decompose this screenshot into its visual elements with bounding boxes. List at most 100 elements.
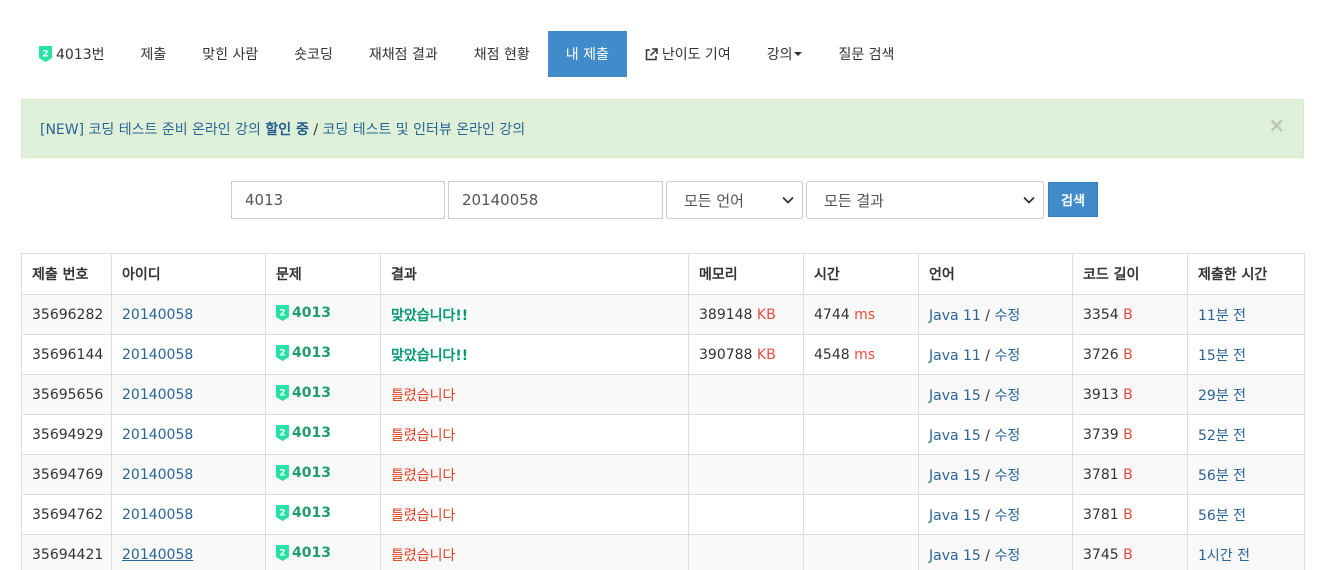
result-cell: 틀렸습니다	[380, 494, 689, 535]
svg-text:2: 2	[279, 548, 285, 558]
tab-status-label: 채점 현황	[473, 47, 530, 63]
tab-rejudge-results[interactable]: 재채점 결과	[351, 31, 456, 77]
language-link[interactable]: Java 11	[929, 348, 981, 364]
tier-badge-icon: 2	[276, 544, 289, 561]
result-select[interactable]: 모든 결과	[806, 181, 1044, 219]
user-id-cell: 20140058	[111, 414, 266, 455]
svg-text:2: 2	[42, 50, 48, 60]
header-result: 결과	[380, 253, 689, 295]
header-memory: 메모리	[688, 253, 804, 295]
edit-link[interactable]: 수정	[994, 508, 1020, 524]
problem-link[interactable]: 2 4013	[276, 544, 331, 561]
language-link[interactable]: Java 15	[929, 508, 981, 524]
memory-value: 390788	[699, 346, 753, 363]
tab-status[interactable]: 채점 현황	[456, 31, 548, 77]
edit-link[interactable]: 수정	[994, 308, 1020, 324]
user-id-link[interactable]: 20140058	[122, 347, 193, 363]
table-row: 35696282 20140058 2 4013 맞았습니다!! 389148 …	[21, 294, 1305, 335]
search-button[interactable]: 검색	[1048, 182, 1098, 217]
tab-short-coding[interactable]: 숏코딩	[276, 31, 351, 77]
time-cell	[803, 494, 919, 535]
user-id-link[interactable]: 20140058	[122, 507, 193, 523]
code-length-cell: 3726 B	[1072, 334, 1188, 375]
language-link[interactable]: Java 15	[929, 428, 981, 444]
code-length-cell: 3781 B	[1072, 494, 1188, 535]
problem-cell: 2 4013	[265, 414, 381, 455]
problem-link[interactable]: 2 4013	[276, 504, 331, 521]
language-select-value: 모든 언어	[684, 191, 744, 210]
submission-id-text: 35694929	[32, 426, 104, 443]
time-value: 4548	[814, 346, 850, 363]
tab-problem-label: 4013번	[56, 47, 105, 63]
user-id-link[interactable]: 20140058	[122, 387, 193, 403]
alert-link-interview[interactable]: 코딩 테스트 및 인터뷰 온라인 강의	[323, 122, 526, 138]
problem-id-input[interactable]: 4013	[231, 181, 445, 219]
problem-link[interactable]: 2 4013	[276, 384, 331, 401]
code-length-value: 3913	[1083, 386, 1119, 403]
language-link[interactable]: Java 11	[929, 308, 981, 324]
user-id-link[interactable]: 20140058	[122, 547, 193, 563]
problem-cell: 2 4013	[265, 454, 381, 495]
result-cell: 틀렸습니다	[380, 454, 689, 495]
edit-link[interactable]: 수정	[994, 348, 1020, 364]
language-link[interactable]: Java 15	[929, 388, 981, 404]
problem-link[interactable]: 2 4013	[276, 424, 331, 441]
language-link[interactable]: Java 15	[929, 548, 981, 564]
language-cell: Java 15 / 수정	[918, 414, 1073, 455]
user-id-input[interactable]: 20140058	[448, 181, 663, 219]
tab-problem[interactable]: 2 4013번	[21, 31, 123, 77]
tab-difficulty-contribution-label: 난이도 기여	[661, 47, 731, 63]
tab-submit[interactable]: 제출	[123, 31, 185, 77]
submitted-time-cell: 56분 전	[1187, 494, 1305, 535]
code-length-value: 3726	[1083, 346, 1119, 363]
memory-cell: 389148 KB	[688, 294, 804, 335]
edit-link[interactable]: 수정	[994, 428, 1020, 444]
problem-id-text: 4013	[292, 504, 331, 521]
submitted-time-link[interactable]: 29분 전	[1198, 388, 1246, 404]
submitted-time-link[interactable]: 56분 전	[1198, 468, 1246, 484]
user-id-link[interactable]: 20140058	[122, 467, 193, 483]
submission-id-text: 35696144	[32, 346, 104, 363]
user-id-link[interactable]: 20140058	[122, 307, 193, 323]
problem-id-text: 4013	[292, 344, 331, 361]
result-text: 맞았습니다!!	[391, 307, 469, 324]
submission-id: 35696282	[21, 294, 112, 335]
submitted-time-link[interactable]: 1시간 전	[1198, 548, 1250, 564]
code-length-value: 3354	[1083, 306, 1119, 323]
problem-link[interactable]: 2 4013	[276, 344, 331, 361]
submitted-time-link[interactable]: 11분 전	[1198, 308, 1246, 324]
alert-link-lecture[interactable]: [NEW] 코딩 테스트 준비 온라인 강의 할인 중	[40, 122, 309, 138]
submitted-time-link[interactable]: 56분 전	[1198, 508, 1246, 524]
submitted-time-cell: 11분 전	[1187, 294, 1305, 335]
alert-separator: /	[308, 121, 323, 138]
problem-link[interactable]: 2 4013	[276, 464, 331, 481]
tab-my-submissions[interactable]: 내 제출	[547, 31, 627, 77]
edit-link[interactable]: 수정	[994, 548, 1020, 564]
edit-link[interactable]: 수정	[994, 468, 1020, 484]
code-length-cell: 3913 B	[1072, 374, 1188, 415]
result-select-value: 모든 결과	[824, 191, 884, 210]
tab-submit-label: 제출	[140, 47, 167, 63]
code-length-cell: 3739 B	[1072, 414, 1188, 455]
submission-id: 35694421	[21, 534, 112, 570]
user-id-cell: 20140058	[111, 374, 266, 415]
tab-difficulty-contribution[interactable]: 난이도 기여	[627, 31, 749, 77]
problem-link[interactable]: 2 4013	[276, 304, 331, 321]
tab-question-search[interactable]: 질문 검색	[820, 31, 912, 77]
submitted-time-link[interactable]: 15분 전	[1198, 348, 1246, 364]
submitted-time-link[interactable]: 52분 전	[1198, 428, 1246, 444]
time-unit: ms	[854, 306, 876, 323]
edit-link[interactable]: 수정	[994, 388, 1020, 404]
code-length-value: 3745	[1083, 546, 1119, 563]
language-link[interactable]: Java 15	[929, 468, 981, 484]
svg-text:2: 2	[279, 468, 285, 478]
code-length-unit: B	[1123, 546, 1133, 563]
user-id-cell: 20140058	[111, 334, 266, 375]
tab-lectures[interactable]: 강의	[749, 31, 821, 77]
result-text: 틀렸습니다	[391, 427, 456, 444]
language-select[interactable]: 모든 언어	[666, 181, 803, 219]
tab-solved-users[interactable]: 맞힌 사람	[184, 31, 276, 77]
user-id-link[interactable]: 20140058	[122, 427, 193, 443]
result-text: 틀렸습니다	[391, 387, 456, 404]
close-icon[interactable]: ×	[1268, 115, 1285, 135]
